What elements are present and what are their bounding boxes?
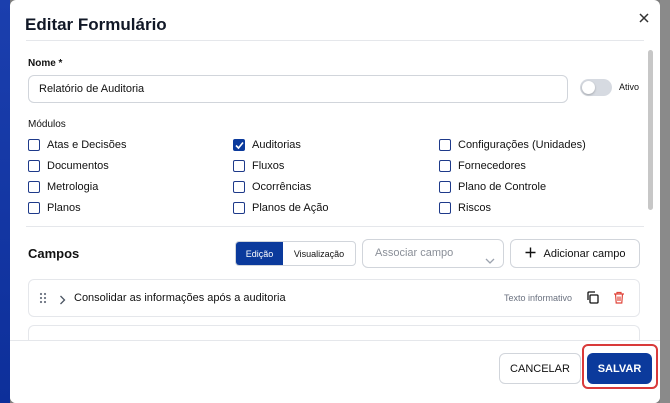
module-planos[interactable]: Planos: [28, 201, 81, 215]
toggle-knob: [582, 81, 595, 94]
checkbox[interactable]: [233, 202, 245, 214]
edit-form-dialog: Editar Formulário Nome * Relatório de Au…: [10, 0, 660, 403]
checkbox[interactable]: [233, 181, 245, 193]
name-label: Nome *: [28, 58, 63, 69]
field-row: Consolidar as informações após a auditor…: [28, 279, 640, 317]
module-label: Documentos: [47, 160, 109, 172]
module-metrologia[interactable]: Metrologia: [28, 180, 98, 194]
select-placeholder: Associar campo: [375, 247, 454, 259]
checkbox[interactable]: [28, 139, 40, 151]
module-configuracoes-unidades[interactable]: Configurações (Unidades): [439, 138, 586, 152]
tab-visualizacao[interactable]: Visualização: [283, 242, 355, 265]
module-fornecedores[interactable]: Fornecedores: [439, 159, 526, 173]
module-plano-de-controle[interactable]: Plano de Controle: [439, 180, 546, 194]
checkbox[interactable]: [28, 202, 40, 214]
module-label: Planos: [47, 202, 81, 214]
module-label: Metrologia: [47, 181, 99, 193]
associate-field-select[interactable]: Associar campo: [362, 239, 504, 268]
save-button[interactable]: SALVAR: [587, 353, 652, 384]
page-backdrop-right: [660, 0, 670, 403]
dialog-scrollbar[interactable]: [648, 50, 653, 210]
module-planos-de-acao[interactable]: Planos de Ação: [233, 201, 328, 215]
checkbox[interactable]: [439, 160, 451, 172]
view-mode-toggle: Edição Visualização: [235, 241, 356, 266]
module-label: Ocorrências: [252, 181, 312, 193]
module-label: Fluxos: [252, 160, 285, 172]
chevron-right-icon[interactable]: [59, 292, 66, 310]
dialog-title: Editar Formulário: [25, 15, 167, 34]
field-type: Texto informativo: [504, 293, 573, 303]
checkbox[interactable]: [439, 202, 451, 214]
chevron-down-icon: [485, 249, 495, 276]
checkbox[interactable]: [28, 160, 40, 172]
active-toggle[interactable]: [580, 79, 612, 96]
close-icon[interactable]: [636, 10, 652, 26]
module-label: Atas e Decisões: [47, 139, 127, 151]
module-auditorias[interactable]: Auditorias: [233, 138, 301, 152]
module-riscos[interactable]: Riscos: [439, 201, 491, 215]
copy-icon[interactable]: [586, 291, 599, 309]
field-title: Consolidar as informações após a auditor…: [74, 292, 286, 304]
trash-icon[interactable]: [613, 291, 625, 309]
checkbox[interactable]: [28, 181, 40, 193]
checkbox[interactable]: [233, 160, 245, 172]
title-divider: [26, 40, 644, 41]
name-input[interactable]: Relatório de Auditoria: [28, 75, 568, 103]
module-ocorrencias[interactable]: Ocorrências: [233, 180, 311, 194]
active-label: Ativo: [619, 82, 640, 92]
section-divider: [26, 226, 644, 227]
checkbox[interactable]: [439, 181, 451, 193]
drag-handle-icon[interactable]: [39, 291, 47, 309]
plus-icon: [525, 247, 536, 261]
tab-edicao[interactable]: Edição: [236, 242, 283, 265]
cancel-button[interactable]: CANCELAR: [499, 353, 581, 384]
module-label: Fornecedores: [458, 160, 526, 172]
page-backdrop-left: [0, 0, 10, 403]
campos-title: Campos: [28, 246, 80, 261]
module-fluxos[interactable]: Fluxos: [233, 159, 284, 173]
module-label: Planos de Ação: [252, 202, 329, 214]
add-field-label: Adicionar campo: [543, 247, 626, 260]
module-label: Plano de Controle: [458, 181, 547, 193]
checkbox[interactable]: [233, 139, 245, 151]
module-atas-e-decisoes[interactable]: Atas e Decisões: [28, 138, 126, 152]
add-field-button[interactable]: Adicionar campo: [510, 239, 640, 268]
module-label: Riscos: [458, 202, 492, 214]
module-label: Auditorias: [252, 139, 301, 151]
module-label: Configurações (Unidades): [458, 139, 586, 151]
checkbox[interactable]: [439, 139, 451, 151]
modules-label: Módulos: [28, 119, 66, 130]
module-documentos[interactable]: Documentos: [28, 159, 109, 173]
